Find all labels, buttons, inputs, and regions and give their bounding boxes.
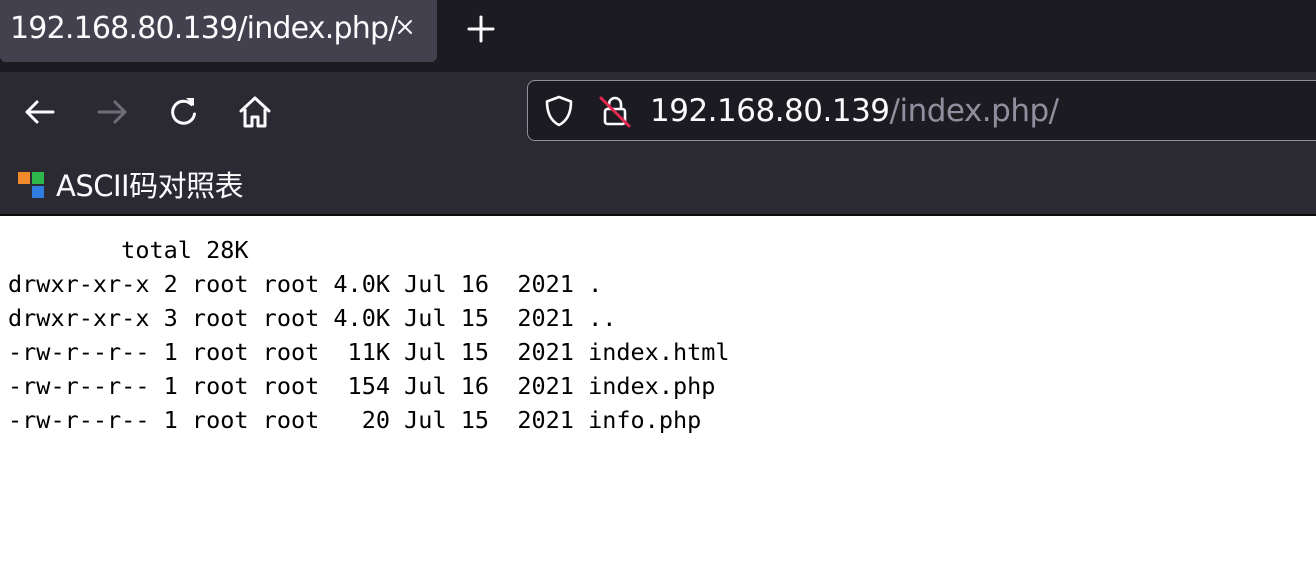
listing-total-line: total 28K [8, 236, 249, 264]
tab-active[interactable]: 192.168.80.139/index.php/ [0, 0, 437, 62]
url-host: 192.168.80.139 [650, 93, 890, 129]
colored-squares-icon [16, 170, 44, 198]
lock-insecure-icon[interactable] [598, 93, 632, 129]
arrow-right-icon[interactable] [92, 92, 132, 132]
page-content: total 28K drwxr-xr-x 2 root root 4.0K Jul… [0, 216, 1316, 581]
directory-listing: total 28K drwxr-xr-x 2 root root 4.0K Jul… [8, 233, 730, 437]
listing-row: -rw-r--r-- 1 root root 20 Jul 15 2021 in… [8, 406, 702, 434]
listing-row: drwxr-xr-x 3 root root 4.0K Jul 15 2021 … [8, 304, 617, 332]
close-icon[interactable] [394, 13, 418, 43]
home-icon[interactable] [235, 92, 275, 132]
arrow-left-icon[interactable] [20, 92, 60, 132]
plus-icon[interactable] [464, 12, 498, 46]
url-text[interactable]: 192.168.80.139/index.php/ [650, 92, 1059, 130]
url-bar[interactable]: 192.168.80.139/index.php/ [527, 80, 1316, 141]
url-path: /index.php/ [889, 93, 1060, 129]
reload-icon[interactable] [164, 92, 204, 132]
navigation-toolbar: 192.168.80.139/index.php/ [0, 72, 1316, 152]
bookmark-item-ascii[interactable]: ASCII码对照表 [16, 164, 244, 204]
tab-title: 192.168.80.139/index.php/ [10, 11, 398, 46]
listing-row: drwxr-xr-x 2 root root 4.0K Jul 16 2021 … [8, 270, 603, 298]
listing-row: -rw-r--r-- 1 root root 11K Jul 15 2021 i… [8, 338, 730, 366]
tab-strip: 192.168.80.139/index.php/ [0, 0, 1316, 72]
bookmarks-toolbar: ASCII码对照表 [0, 152, 1316, 216]
browser-window: 192.168.80.139/index.php/ 192.168.80.139… [0, 0, 1316, 581]
bookmark-label: ASCII码对照表 [56, 169, 244, 203]
listing-row: -rw-r--r-- 1 root root 154 Jul 16 2021 i… [8, 372, 716, 400]
shield-icon[interactable] [542, 94, 576, 128]
